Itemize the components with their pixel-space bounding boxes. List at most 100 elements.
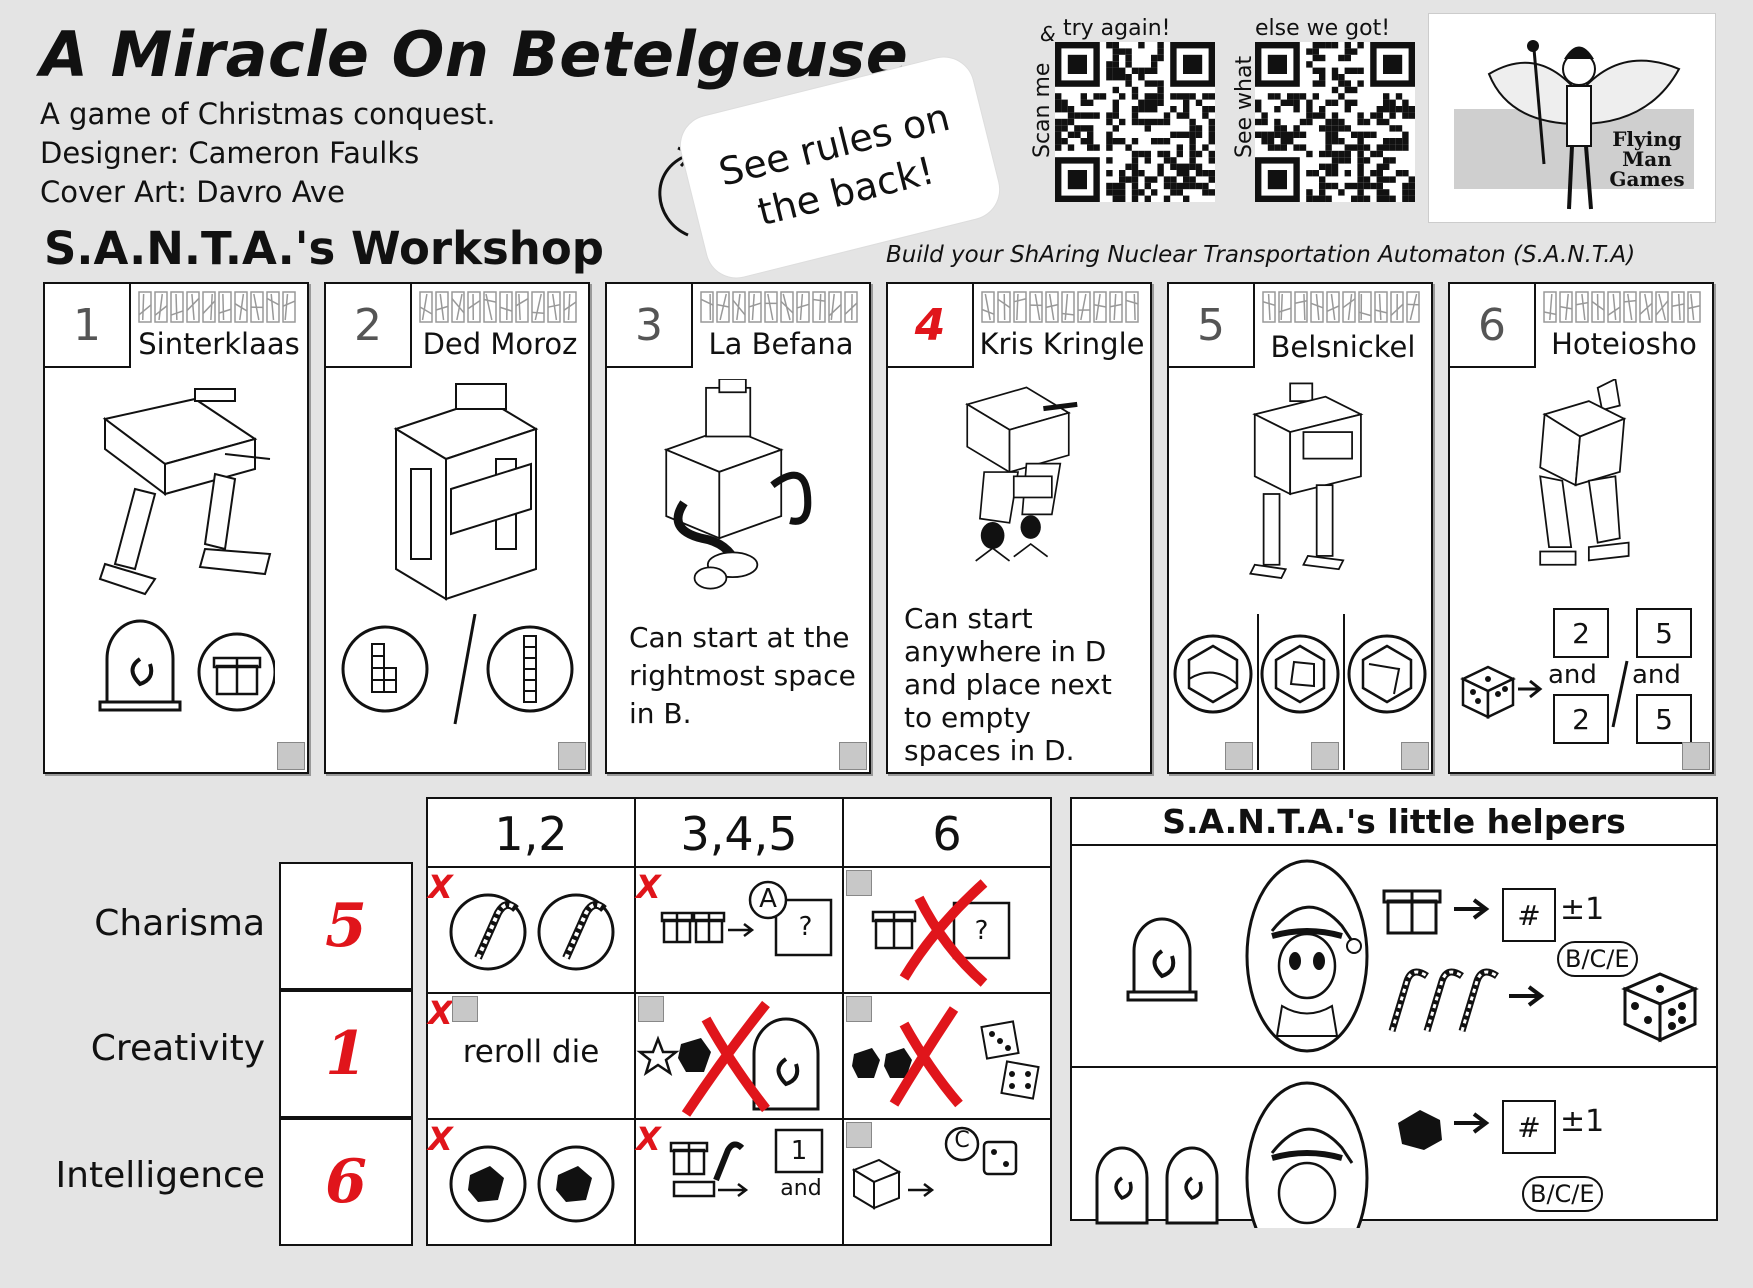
card-checkbox[interactable] bbox=[1401, 742, 1429, 770]
charisma-cell-1[interactable]: X bbox=[426, 866, 636, 994]
charisma-cell-3[interactable]: ? bbox=[842, 866, 1052, 994]
cover-art-credit: Cover Art: Davro Ave bbox=[40, 175, 345, 209]
alien-script-icon bbox=[1540, 288, 1708, 328]
crossed-mark: X bbox=[428, 868, 453, 906]
column-header: 1,2 bbox=[426, 797, 636, 871]
robot-card-kris-kringle[interactable]: 4 Kris Kringle Can start anywhere in D a… bbox=[886, 282, 1152, 774]
snow-globe-pair-icon bbox=[1087, 1128, 1237, 1228]
card-icons bbox=[340, 614, 580, 734]
creativity-cell-1[interactable]: X reroll die bbox=[426, 992, 636, 1120]
crossed-mark: X bbox=[428, 1120, 453, 1158]
arrow-right-icon bbox=[1507, 981, 1547, 1011]
intelligence-cell-2[interactable]: X 1 and bbox=[634, 1118, 844, 1246]
and-label: and bbox=[1548, 660, 1597, 690]
robot-card-la-befana[interactable]: 3 La Befana Can start at the rightmost s… bbox=[605, 282, 871, 774]
angular-robot-icon bbox=[1480, 379, 1680, 609]
crossed-mark: X bbox=[636, 868, 661, 906]
card-checkbox[interactable] bbox=[839, 742, 867, 770]
die-icon bbox=[1620, 964, 1700, 1044]
unknown-box: ? bbox=[954, 916, 1009, 946]
qr1-top-label: try again! bbox=[1063, 16, 1171, 41]
number-box: # bbox=[1502, 1100, 1556, 1154]
alien-script-icon bbox=[697, 288, 865, 328]
card-name: Hoteiosho bbox=[1538, 327, 1710, 361]
card-checkbox[interactable] bbox=[1311, 742, 1339, 770]
workshop-title: S.A.N.T.A.'s Workshop bbox=[44, 222, 604, 275]
robot-card-belsnickel[interactable]: 5 Belsnickel bbox=[1167, 282, 1433, 774]
letter-a: A bbox=[756, 884, 780, 914]
stat-value-creativity[interactable]: 1 bbox=[279, 990, 413, 1118]
card-checkbox[interactable] bbox=[1682, 742, 1710, 770]
rock-pair-icon bbox=[428, 1120, 634, 1244]
card-name: Belsnickel bbox=[1257, 330, 1429, 364]
designer-credit: Designer: Cameron Faulks bbox=[40, 136, 419, 170]
charisma-cell-2[interactable]: X A ? bbox=[634, 866, 844, 994]
candy-cane-trio-icon bbox=[1382, 956, 1502, 1036]
helper-row-1[interactable]: # ±1 B/C/E bbox=[1072, 846, 1716, 1068]
cell-checkbox[interactable] bbox=[846, 870, 872, 896]
slash-divider bbox=[455, 614, 475, 724]
plus-minus-one: ±1 bbox=[1560, 892, 1604, 927]
biped-robot-icon bbox=[1199, 379, 1399, 609]
pipe-robot-icon bbox=[637, 379, 837, 609]
dice-value-box: 5 bbox=[1636, 694, 1692, 744]
alien-script-icon bbox=[416, 288, 584, 328]
stat-value-charisma[interactable]: 5 bbox=[279, 862, 413, 990]
cell-checkbox[interactable] bbox=[452, 996, 478, 1022]
box-frame-mech-icon bbox=[356, 379, 556, 639]
helpers-title: S.A.N.T.A.'s little helpers bbox=[1072, 799, 1716, 846]
creativity-cell-3[interactable] bbox=[842, 992, 1052, 1120]
helper-row-2[interactable]: # ±1 B/C/E bbox=[1072, 1068, 1716, 1288]
robot-card-ded-moroz[interactable]: 2 Ded Moroz bbox=[324, 282, 590, 774]
little-helpers-panel: S.A.N.T.A.'s little helpers # ±1 B/C/E bbox=[1070, 797, 1718, 1221]
card-name: La Befana bbox=[695, 327, 867, 361]
crossed-mark: X bbox=[428, 994, 453, 1032]
arrow-right-icon bbox=[1452, 1108, 1492, 1138]
publisher-logo: Flying Man Games bbox=[1428, 13, 1716, 223]
card-checkbox[interactable] bbox=[558, 742, 586, 770]
card-icons bbox=[95, 614, 275, 714]
letter-choice-pill: B/C/E bbox=[1522, 1176, 1603, 1212]
plus-minus-one: ±1 bbox=[1560, 1104, 1604, 1139]
gift-icon bbox=[1382, 881, 1442, 936]
card-icons bbox=[1169, 624, 1431, 724]
crossed-mark: X bbox=[636, 1120, 661, 1158]
cell-checkbox[interactable] bbox=[846, 1122, 872, 1148]
intelligence-cell-3[interactable]: C bbox=[842, 1118, 1052, 1246]
workshop-subtitle: Build your ShAring Nuclear Transportatio… bbox=[886, 242, 1635, 268]
stat-value-intelligence[interactable]: 6 bbox=[279, 1118, 413, 1246]
dice-value-box: 2 bbox=[1553, 694, 1609, 744]
hexagon-crystal-icon-3 bbox=[1349, 636, 1425, 712]
arrow-right-icon bbox=[1516, 677, 1546, 701]
candy-cane-pair-icon bbox=[428, 868, 634, 992]
qr-code-more-games[interactable] bbox=[1255, 42, 1415, 202]
cell-checkbox[interactable] bbox=[638, 996, 664, 1022]
card-number: 3 bbox=[607, 284, 693, 368]
column-header: 3,4,5 bbox=[634, 797, 844, 871]
heavy-mech-icon bbox=[918, 379, 1118, 599]
card-checkbox[interactable] bbox=[277, 742, 305, 770]
intelligence-cell-1[interactable]: X bbox=[426, 1118, 636, 1246]
card-number: 4 bbox=[888, 284, 974, 368]
i-tetromino-icon bbox=[488, 627, 572, 711]
card-number: 6 bbox=[1450, 284, 1536, 368]
gift-icon bbox=[199, 634, 275, 710]
column-header: 6 bbox=[842, 797, 1052, 871]
snow-globe-icon bbox=[100, 621, 180, 710]
stat-label-intelligence: Intelligence bbox=[0, 1155, 265, 1196]
cell-checkbox[interactable] bbox=[846, 996, 872, 1022]
card-number: 2 bbox=[326, 284, 412, 368]
qr-code-rules[interactable] bbox=[1055, 42, 1215, 202]
robot-card-sinterklaas[interactable]: 1 Sinterklaas bbox=[43, 282, 309, 774]
slash-divider bbox=[1610, 659, 1630, 729]
walker-mech-icon bbox=[75, 379, 275, 639]
rules-callout-text: See rules on the back! bbox=[714, 92, 966, 242]
hexagon-crystal-icon-2 bbox=[1262, 636, 1338, 712]
rocks-to-dice-icon bbox=[844, 994, 1050, 1118]
card-checkbox[interactable] bbox=[1225, 742, 1253, 770]
hexagon-crystal-icon-1 bbox=[1175, 636, 1251, 712]
creativity-cell-2[interactable] bbox=[634, 992, 844, 1120]
rock-icon bbox=[1390, 1098, 1450, 1153]
cell-text: reroll die bbox=[428, 1034, 634, 1070]
robot-card-hoteiosho[interactable]: 6 Hoteiosho 2 and 2 5 and 5 bbox=[1448, 282, 1714, 774]
